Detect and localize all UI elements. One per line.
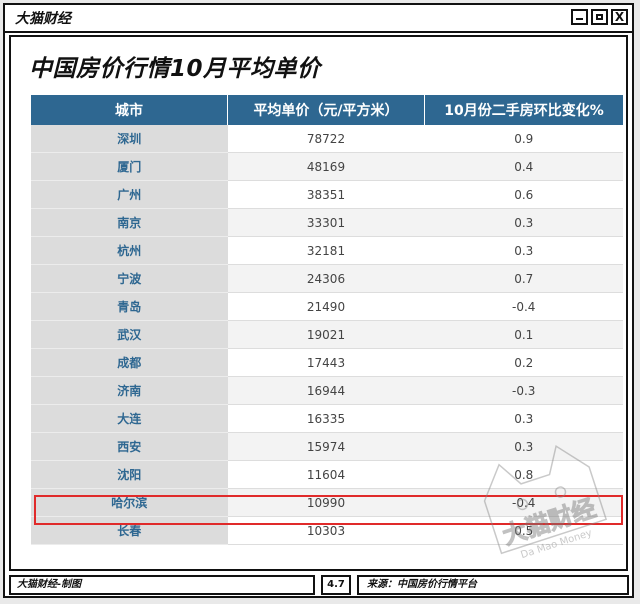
- cell-change: -0.3: [424, 376, 623, 405]
- table-row: 广州 38351 0.6: [31, 180, 623, 209]
- cell-price: 15974: [227, 432, 425, 461]
- footer-credit: 大猫财经-制图: [9, 575, 315, 595]
- cell-price: 38351: [227, 180, 425, 209]
- page-title: 中国房价行情10月平均单价: [29, 56, 321, 82]
- cell-price: 33301: [227, 208, 425, 237]
- cell-city: 西安: [31, 432, 228, 461]
- cell-change: 0.7: [424, 264, 623, 293]
- cell-city: 杭州: [31, 236, 228, 265]
- app-title: 大猫财经: [15, 11, 71, 27]
- table-row: 济南 16944 -0.3: [31, 376, 623, 405]
- cell-city: 成都: [31, 348, 228, 377]
- column-header-city: 城市: [31, 95, 228, 125]
- footer: 大猫财经-制图 4.7 来源：中国房价行情平台: [5, 575, 632, 597]
- table-row: 青岛 21490 -0.4: [31, 292, 623, 321]
- window-controls: X: [571, 9, 628, 25]
- cell-city: 南京: [31, 208, 228, 237]
- cell-change: 0.6: [424, 180, 623, 209]
- title-bar: 大猫财经 X: [5, 5, 632, 33]
- table-header-row: 城市 平均单价（元/平方米） 10月份二手房环比变化%: [31, 95, 623, 125]
- minimize-icon[interactable]: [571, 9, 588, 25]
- cell-change: 0.3: [424, 208, 623, 237]
- cell-city: 青岛: [31, 292, 228, 321]
- table-row: 大连 16335 0.3: [31, 404, 623, 433]
- window-frame: 大猫财经 X 中国房价行情10月平均单价 城市 平均单价（元/平方米） 10月份…: [3, 3, 634, 598]
- cell-city: 济南: [31, 376, 228, 405]
- table-row: 厦门 48169 0.4: [31, 152, 623, 181]
- cell-city: 沈阳: [31, 460, 228, 489]
- maximize-icon[interactable]: [591, 9, 608, 25]
- table-row: 杭州 32181 0.3: [31, 236, 623, 265]
- footer-source: 来源：中国房价行情平台: [357, 575, 629, 595]
- cell-price: 19021: [227, 320, 425, 349]
- table-row: 深圳 78722 0.9: [31, 125, 623, 153]
- table-row: 南京 33301 0.3: [31, 208, 623, 237]
- cell-city: 宁波: [31, 264, 228, 293]
- cell-change: 0.9: [424, 125, 623, 153]
- cell-price: 16944: [227, 376, 425, 405]
- cell-city: 武汉: [31, 320, 228, 349]
- cell-change: 0.2: [424, 348, 623, 377]
- cell-change: 0.3: [424, 404, 623, 433]
- cell-price: 32181: [227, 236, 425, 265]
- cell-price: 78722: [227, 125, 425, 153]
- cell-price: 11604: [227, 460, 425, 489]
- cell-price: 16335: [227, 404, 425, 433]
- table-row: 宁波 24306 0.7: [31, 264, 623, 293]
- column-header-change: 10月份二手房环比变化%: [424, 95, 623, 125]
- cell-city: 广州: [31, 180, 228, 209]
- cell-city: 大连: [31, 404, 228, 433]
- column-header-price: 平均单价（元/平方米）: [227, 95, 425, 125]
- table-row: 武汉 19021 0.1: [31, 320, 623, 349]
- cell-price: 48169: [227, 152, 425, 181]
- cell-change: 0.1: [424, 320, 623, 349]
- cell-change: -0.4: [424, 292, 623, 321]
- content-panel: 中国房价行情10月平均单价 城市 平均单价（元/平方米） 10月份二手房环比变化…: [9, 35, 628, 571]
- cell-change: 0.3: [424, 236, 623, 265]
- close-icon[interactable]: X: [611, 9, 628, 25]
- cell-price: 17443: [227, 348, 425, 377]
- footer-version: 4.7: [321, 575, 351, 595]
- cell-city: 厦门: [31, 152, 228, 181]
- table-row: 成都 17443 0.2: [31, 348, 623, 377]
- cell-city: 深圳: [31, 125, 228, 153]
- cell-price: 21490: [227, 292, 425, 321]
- watermark-logo: 大猫财经 Da Mao Money: [483, 444, 608, 561]
- cell-price: 24306: [227, 264, 425, 293]
- cell-change: 0.4: [424, 152, 623, 181]
